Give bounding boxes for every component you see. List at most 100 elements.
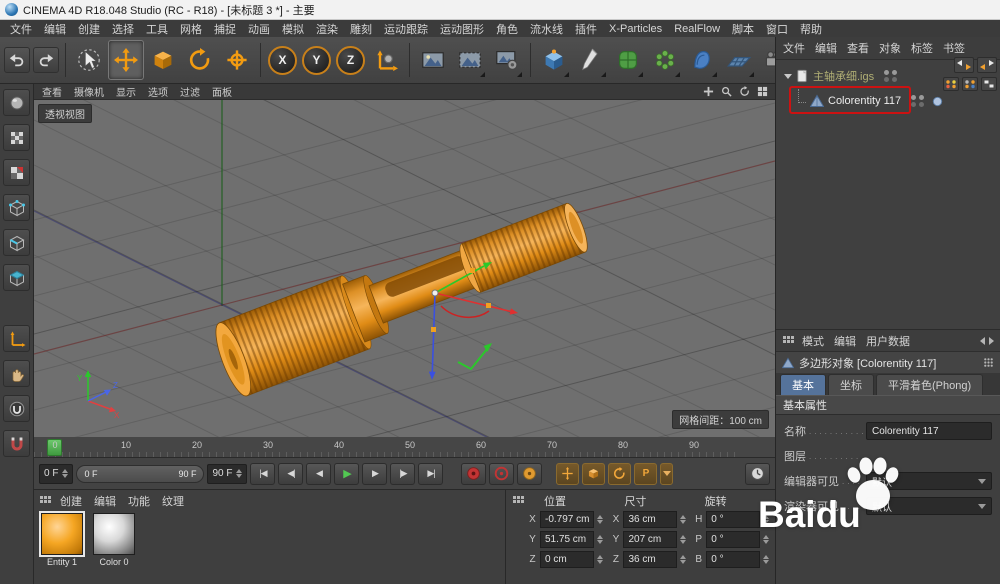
panel-grid-icon[interactable] bbox=[39, 495, 51, 507]
size-z-field[interactable]: Z36 cm bbox=[611, 551, 686, 568]
add-environment-button[interactable] bbox=[721, 40, 757, 80]
visibility-dots[interactable] bbox=[884, 70, 897, 82]
menu-item[interactable]: 插件 bbox=[569, 21, 603, 37]
history-forward-icon[interactable] bbox=[989, 337, 994, 345]
goto-end-button[interactable]: ▶| bbox=[418, 463, 443, 485]
material-menu-item[interactable]: 创建 bbox=[54, 493, 88, 509]
position-z-value[interactable]: 0 cm bbox=[540, 551, 594, 568]
menu-item[interactable]: 雕刻 bbox=[344, 21, 378, 37]
om-swap-icon[interactable] bbox=[977, 57, 997, 73]
viewport-solo-button[interactable] bbox=[3, 360, 30, 387]
menu-item[interactable]: 工具 bbox=[140, 21, 174, 37]
texture-axis-mode-button[interactable] bbox=[3, 159, 30, 186]
field-spinner[interactable] bbox=[597, 535, 603, 544]
om-menu-item[interactable]: 文件 bbox=[778, 40, 810, 56]
visibility-dots[interactable] bbox=[911, 95, 924, 107]
frame-spinner[interactable] bbox=[236, 469, 242, 478]
key-scale-toggle[interactable] bbox=[582, 463, 605, 485]
field-spinner[interactable] bbox=[763, 535, 769, 544]
custom-layout-icon[interactable] bbox=[983, 357, 994, 368]
om-filter-dots-icon[interactable] bbox=[981, 77, 997, 91]
enable-snap-button[interactable] bbox=[3, 395, 30, 422]
rotation-h-value[interactable]: 0 ° bbox=[706, 511, 760, 528]
perspective-viewport[interactable]: 查看 摄像机 显示 选项 过滤 面板 bbox=[34, 84, 775, 437]
menu-item[interactable]: 创建 bbox=[72, 21, 106, 37]
menu-item[interactable]: X-Particles bbox=[603, 23, 668, 35]
preview-range-slider[interactable]: 0 F90 F bbox=[76, 465, 204, 483]
material-thumbnail-white[interactable] bbox=[93, 513, 135, 555]
magnet-tool-button[interactable] bbox=[3, 430, 30, 457]
lock-z-axis-button[interactable]: Z bbox=[336, 46, 365, 75]
om-menu-item[interactable]: 书签 bbox=[938, 40, 970, 56]
record-keyframe-button[interactable] bbox=[461, 463, 486, 485]
viewport-menu-item[interactable]: 显示 bbox=[110, 84, 142, 99]
position-y-field[interactable]: Y51.75 cm bbox=[528, 531, 603, 548]
material-menu-item[interactable]: 功能 bbox=[122, 493, 156, 509]
material-menu-item[interactable]: 纹理 bbox=[156, 493, 190, 509]
size-x-value[interactable]: 36 cm bbox=[623, 511, 677, 528]
om-menu-item[interactable]: 对象 bbox=[874, 40, 906, 56]
position-x-value[interactable]: -0.797 cm bbox=[540, 511, 594, 528]
goto-start-button[interactable]: |◀ bbox=[250, 463, 275, 485]
size-x-field[interactable]: X36 cm bbox=[611, 511, 686, 528]
timeline-ruler[interactable]: 0 10 20 30 40 50 60 70 80 90 bbox=[34, 437, 775, 458]
render-view-button[interactable] bbox=[415, 40, 451, 80]
menu-item[interactable]: 选择 bbox=[106, 21, 140, 37]
rotation-b-field[interactable]: B0 ° bbox=[694, 551, 769, 568]
viewport-menu-item[interactable]: 摄像机 bbox=[68, 84, 110, 99]
menu-item[interactable]: RealFlow bbox=[668, 23, 726, 35]
menu-item[interactable]: 帮助 bbox=[794, 21, 828, 37]
object-manager-list[interactable]: 主轴承细.igs Colorentity 117 bbox=[776, 59, 1000, 329]
om-menu-item[interactable]: 标签 bbox=[906, 40, 938, 56]
keying-options-dropdown[interactable] bbox=[660, 463, 673, 485]
rotation-h-field[interactable]: H0 ° bbox=[694, 511, 769, 528]
am-menu-item[interactable]: 用户数据 bbox=[861, 333, 915, 349]
play-button[interactable]: ▶ bbox=[334, 463, 359, 485]
field-spinner[interactable] bbox=[597, 515, 603, 524]
move-tool[interactable] bbox=[108, 40, 144, 80]
enable-axis-button[interactable] bbox=[3, 325, 30, 352]
menu-item[interactable]: 网格 bbox=[174, 21, 208, 37]
undo-button[interactable] bbox=[4, 47, 30, 73]
menu-item[interactable]: 捕捉 bbox=[208, 21, 242, 37]
next-frame-button[interactable]: ▶ bbox=[362, 463, 387, 485]
name-input[interactable]: Colorentity 117 bbox=[866, 422, 992, 440]
size-z-value[interactable]: 36 cm bbox=[623, 551, 677, 568]
add-spline-button[interactable] bbox=[573, 40, 609, 80]
lock-x-axis-button[interactable]: X bbox=[268, 46, 297, 75]
key-parameter-toggle[interactable]: P bbox=[634, 463, 657, 485]
key-rotation-toggle[interactable] bbox=[608, 463, 631, 485]
am-menu-item[interactable]: 模式 bbox=[797, 333, 829, 349]
menu-item[interactable]: 文件 bbox=[4, 21, 38, 37]
redo-button[interactable] bbox=[33, 47, 59, 73]
object-row-igs[interactable]: 主轴承细.igs bbox=[784, 66, 897, 86]
position-x-field[interactable]: X-0.797 cm bbox=[528, 511, 603, 528]
add-array-button[interactable] bbox=[647, 40, 683, 80]
field-spinner[interactable] bbox=[680, 535, 686, 544]
field-spinner[interactable] bbox=[680, 555, 686, 564]
panel-grid-icon[interactable] bbox=[782, 335, 794, 347]
points-mode-button[interactable] bbox=[3, 194, 30, 221]
expand-caret-icon[interactable] bbox=[784, 74, 792, 79]
rotate-tool[interactable] bbox=[182, 40, 218, 80]
om-filter-dots-icon[interactable] bbox=[962, 77, 978, 91]
menu-item[interactable]: 编辑 bbox=[38, 21, 72, 37]
editor-visibility-dropdown[interactable]: 默认 bbox=[866, 472, 992, 490]
last-used-tool[interactable] bbox=[219, 40, 255, 80]
om-swap-icon[interactable] bbox=[954, 57, 974, 73]
goto-next-key-button[interactable]: |▶ bbox=[390, 463, 415, 485]
position-y-value[interactable]: 51.75 cm bbox=[540, 531, 594, 548]
position-z-field[interactable]: Z0 cm bbox=[528, 551, 603, 568]
om-menu-item[interactable]: 查看 bbox=[842, 40, 874, 56]
material-menu-item[interactable]: 编辑 bbox=[88, 493, 122, 509]
viewport-scene[interactable]: Y X Z bbox=[34, 100, 775, 437]
scale-tool[interactable] bbox=[145, 40, 181, 80]
texture-mode-button[interactable] bbox=[3, 124, 30, 151]
coordinate-system-button[interactable] bbox=[368, 40, 404, 80]
menu-item[interactable]: 窗口 bbox=[760, 21, 794, 37]
am-menu-item[interactable]: 编辑 bbox=[829, 333, 861, 349]
size-y-value[interactable]: 207 cm bbox=[623, 531, 677, 548]
make-editable-button[interactable] bbox=[3, 89, 30, 116]
material-thumbnail-orange[interactable] bbox=[41, 513, 83, 555]
tab-basic[interactable]: 基本 bbox=[780, 374, 826, 395]
